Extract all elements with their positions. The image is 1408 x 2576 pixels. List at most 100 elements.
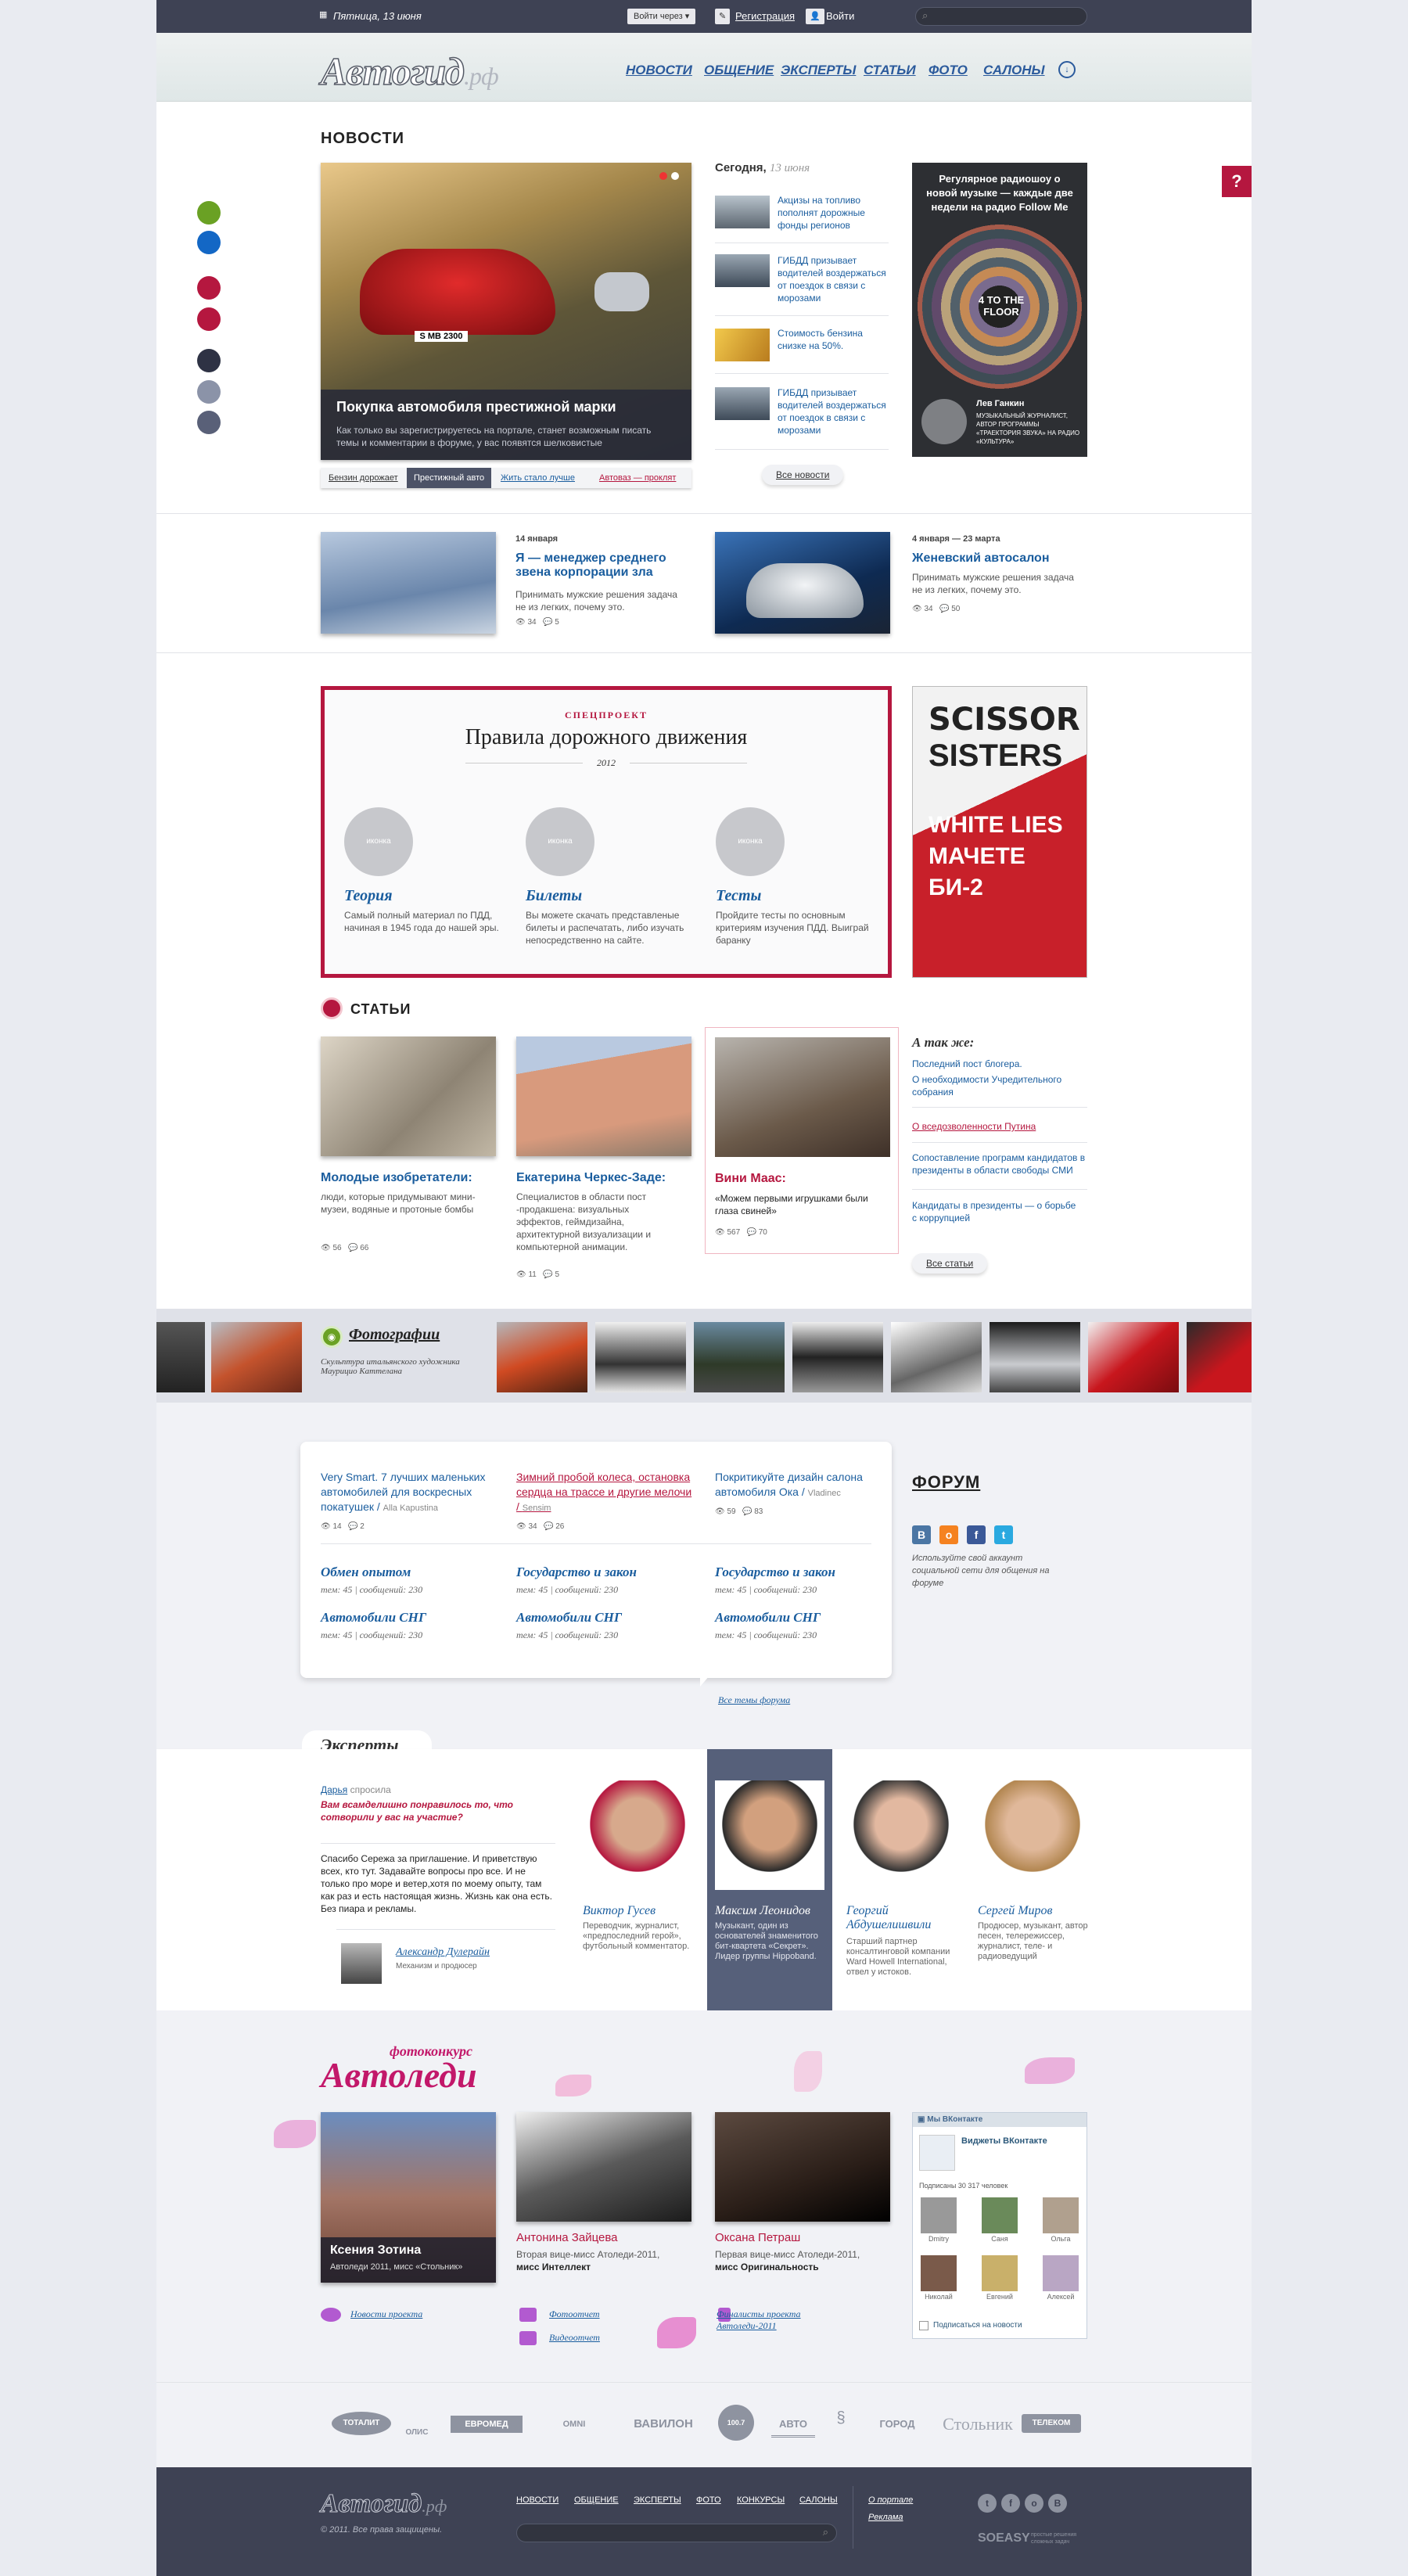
studio-brand[interactable]: SOEASY [978,2531,1030,2545]
color-dot-gray[interactable] [197,380,221,404]
facebook-icon[interactable]: f [967,1525,986,1544]
forum-topic-title[interactable]: Обмен опытом [321,1565,411,1580]
forum-top-item[interactable]: Зимний пробой колеса, остановка сердца н… [516,1470,696,1516]
special-item-title[interactable]: Тесты [716,887,761,905]
tickets-icon[interactable]: иконка [526,807,594,876]
news-item-4[interactable]: ГИБДД призывает водителей воздержаться о… [778,386,890,437]
top-search-input[interactable]: ⌕ [915,7,1087,26]
partner-logo[interactable]: OMNI [535,2416,613,2433]
expert-highlight[interactable]: Максим Леонидов Музыкант, один из основа… [707,1749,832,2010]
news-item-1[interactable]: Акцизы на топливо пополнят дорожные фонд… [778,194,887,232]
article-title[interactable]: Молодые изобретатели: [321,1171,472,1185]
vk-member-avatar[interactable] [921,2197,957,2233]
video-report-link[interactable]: Видеоотчет [549,2332,600,2344]
footer-nav-experts[interactable]: ЭКСПЕРТЫ [634,2495,681,2505]
forum-topic-title[interactable]: Государство и закон [715,1565,835,1580]
news2-title[interactable]: Женевский автосалон [912,551,1084,566]
also-link[interactable]: О необходимости Учредительного собрания [912,1073,1076,1098]
photo-thumb[interactable] [497,1322,587,1392]
color-dot-green[interactable] [197,201,221,225]
contestant-photo[interactable] [715,2112,890,2222]
forum-topic-title[interactable]: Автомобили СНГ [516,1610,622,1626]
nav-experts[interactable]: ЭКСПЕРТЫ [781,63,856,78]
contestant-name[interactable]: Антонина Зайцева [516,2231,617,2244]
nav-photo[interactable]: ФОТО [928,63,968,78]
feature-news[interactable]: S MB 2300 Покупка автомобиля престижной … [321,163,691,460]
slide-dot[interactable] [659,172,667,180]
also-link[interactable]: Кандидаты в президенты — о борьбе с корр… [912,1199,1076,1224]
vk-member-avatar[interactable] [1043,2255,1079,2291]
news-thumb[interactable] [715,196,770,228]
nav-communication[interactable]: ОБЩЕНИЕ [704,63,774,78]
site-logo[interactable]: Автогид.рф [320,49,498,94]
also-link[interactable]: Последний пост блогера. [912,1058,1022,1070]
radio-ad-banner[interactable]: Регулярное радиошоу о новой музыке — каж… [912,163,1087,457]
nav-articles[interactable]: СТАТЬИ [864,63,916,78]
nav-salons[interactable]: САЛОНЫ [983,63,1045,78]
vk-member-avatar[interactable] [1043,2197,1079,2233]
news-thumb[interactable] [715,254,770,287]
footer-search-input[interactable]: ⌕ [516,2524,837,2542]
slide-dot[interactable] [671,172,679,180]
vk-member-avatar[interactable] [982,2197,1018,2233]
tab-prestige[interactable]: Престижный авто [407,468,492,488]
tab-petrol[interactable]: Бензин дорожает [329,473,398,483]
tab-life[interactable]: Жить стало лучше [501,473,575,483]
footer-ads-link[interactable]: Реклама [868,2513,903,2522]
photo-thumb[interactable] [792,1322,883,1392]
contest-winner-card[interactable]: Ксения Зотина Автоледи 2011, мисс «Столь… [321,2112,496,2283]
also-link[interactable]: Сопоставление программ кандидатов в през… [912,1151,1087,1177]
color-dot-blue[interactable] [197,231,221,254]
photo-thumb[interactable] [1187,1322,1252,1392]
expert-name[interactable]: Сергей Миров [978,1904,1053,1918]
concert-ad-banner[interactable]: SCISSOR SISTERS WHITE LIES МАЧЕТЕ БИ-2 [912,686,1087,978]
expert-name[interactable]: Виктор Гусев [583,1904,656,1918]
all-news-button[interactable]: Все новости [762,465,844,485]
footer-nav-salons[interactable]: САЛОНЫ [799,2495,838,2505]
forum-side-title[interactable]: ФОРУМ [912,1472,980,1493]
asker-name[interactable]: Дарья [321,1784,347,1795]
footer-nav-contests[interactable]: КОНКУРСЫ [737,2495,785,2505]
photo-thumb[interactable] [990,1322,1080,1392]
photo-thumb[interactable] [1088,1322,1179,1392]
vk-member-avatar[interactable] [921,2255,957,2291]
download-icon[interactable]: ↓ [1058,61,1076,78]
forum-topic-title[interactable]: Государство и закон [516,1565,637,1580]
article-title[interactable]: Екатерина Черкес-Заде: [516,1171,666,1185]
all-articles-button[interactable]: Все статьи [912,1253,988,1274]
photo-thumb[interactable] [211,1322,302,1392]
expert-photo[interactable] [846,1780,956,1890]
partner-logo[interactable]: ТОТАЛИТ [332,2412,391,2435]
color-dot-red[interactable] [197,276,221,300]
project-news-link[interactable]: Новости проекта [350,2308,422,2320]
contestant-name[interactable]: Оксана Петраш [715,2231,800,2244]
expert-author-name[interactable]: Александр Дулерайн [396,1946,490,1959]
photo-report-link[interactable]: Фотоотчет [549,2308,600,2320]
photo-thumb[interactable] [694,1322,785,1392]
news2-image-car[interactable] [715,532,890,634]
theory-icon[interactable]: иконка [344,807,413,876]
color-dot-red-2[interactable] [197,307,221,331]
footer-nav-photo[interactable]: ФОТО [696,2495,721,2505]
partner-logo[interactable]: ГОРОД [862,2416,932,2433]
also-link[interactable]: О вседозволенности Путина [912,1120,1036,1133]
twitter-icon[interactable]: t [994,1525,1013,1544]
help-button[interactable]: ? [1222,166,1252,197]
vk-title[interactable]: Виджеты ВКонтакте [961,2136,1047,2146]
news2-title[interactable]: Я — менеджер среднего звена корпорации з… [515,551,688,580]
news2-image-snow[interactable] [321,532,496,634]
footer-about-link[interactable]: О портале [868,2495,913,2505]
footer-nav-news[interactable]: НОВОСТИ [516,2495,559,2505]
article-image[interactable] [321,1037,496,1156]
news-thumb[interactable] [715,329,770,361]
vk-member-avatar[interactable] [982,2255,1018,2291]
twitter-icon[interactable]: t [978,2494,997,2513]
partner-logo-emblem[interactable]: § [828,2409,854,2439]
expert-photo[interactable] [978,1780,1087,1890]
photo-thumb[interactable] [891,1322,982,1392]
article-highlight-card[interactable]: Вини Маас: «Можем первыми игрушками были… [705,1027,899,1254]
partner-logo[interactable]: 100.7 [718,2405,754,2441]
forum-top-item[interactable]: Very Smart. 7 лучших маленьких автомобил… [321,1470,493,1516]
expert-photo[interactable] [583,1780,692,1890]
vk-subscribe-checkbox[interactable] [919,2321,928,2330]
